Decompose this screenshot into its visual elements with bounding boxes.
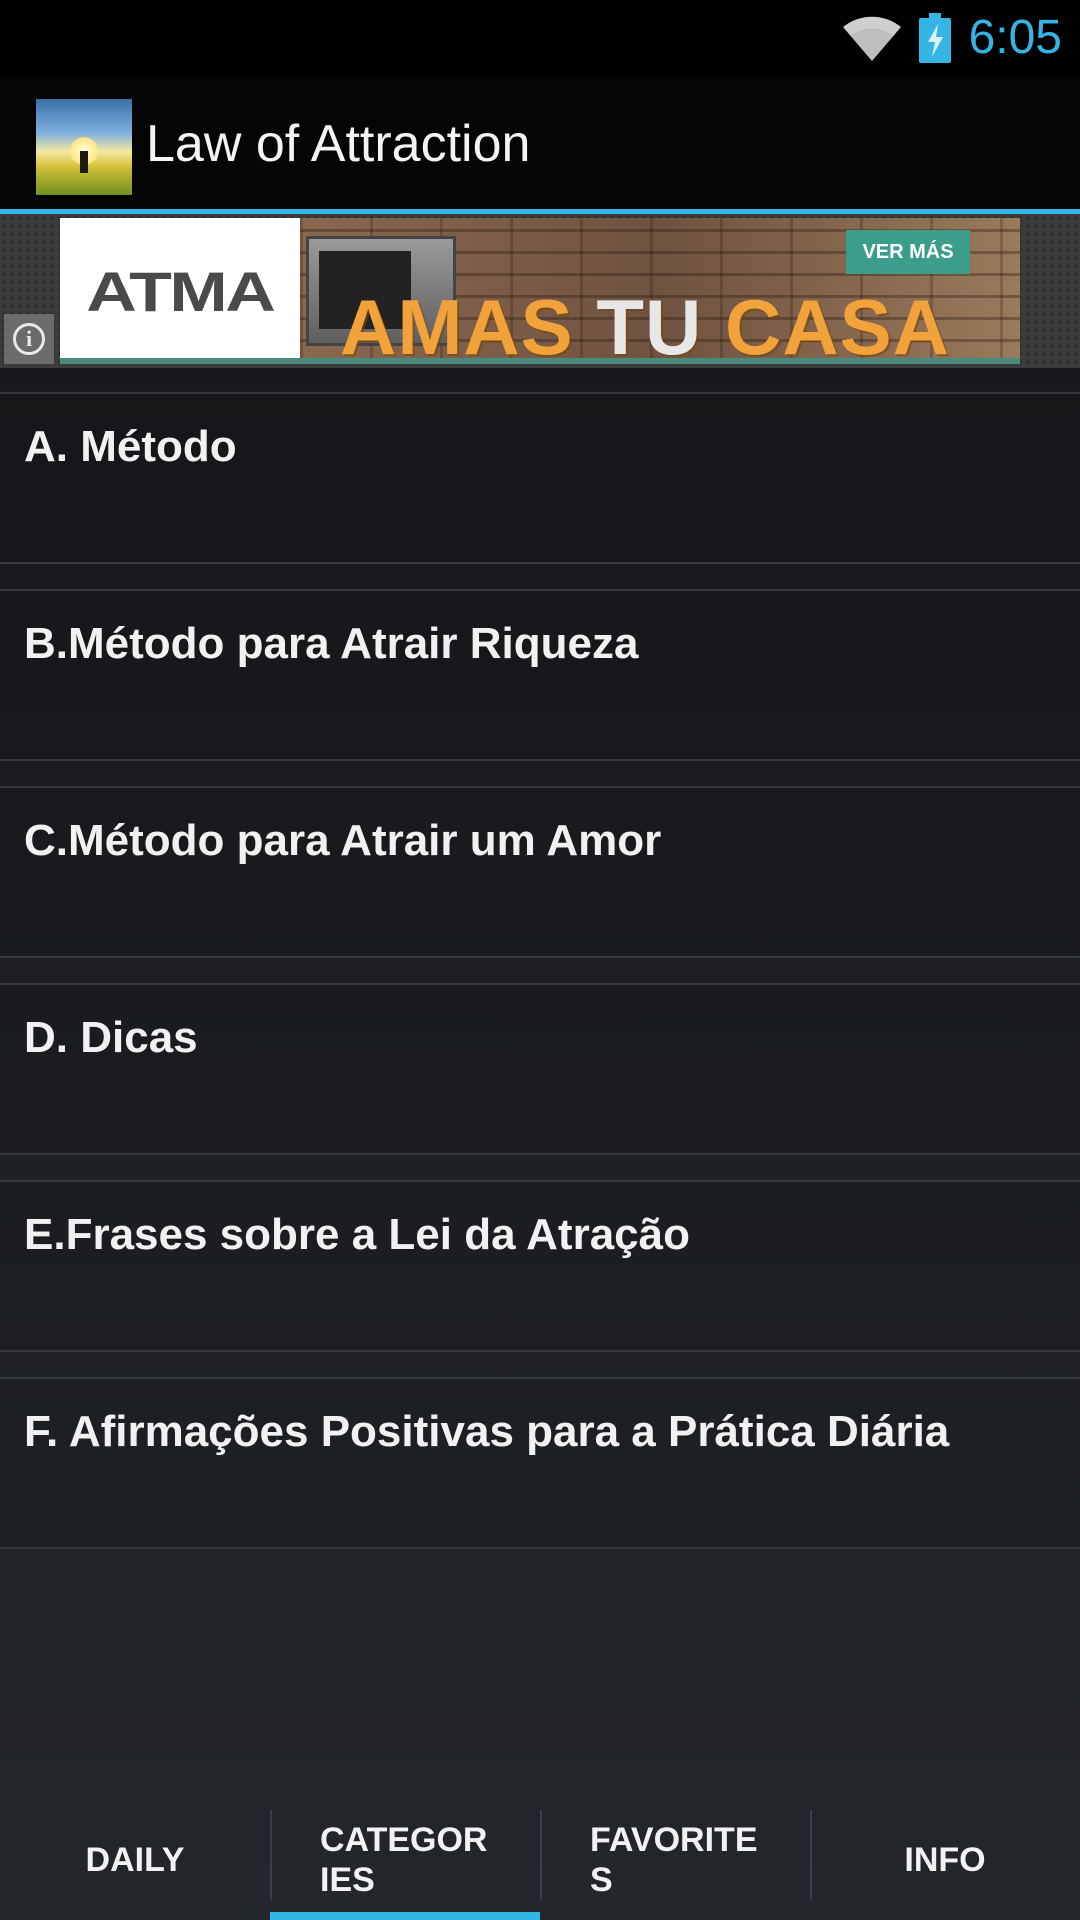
- tab-label: INFO: [904, 1841, 986, 1879]
- tab-label: DAILY: [85, 1841, 185, 1879]
- list-item-label: F. Afirmações Positivas para a Prática D…: [24, 1407, 950, 1456]
- wifi-icon: [842, 16, 901, 62]
- list-item-metodo[interactable]: A. Método: [0, 392, 1080, 564]
- list-item-label: B.Método para Atrair Riqueza: [24, 619, 639, 668]
- tab-label: CATEGORIES: [320, 1821, 488, 1899]
- list-item-dicas[interactable]: D. Dicas: [0, 983, 1080, 1155]
- tab-label: FAVORITES: [590, 1821, 758, 1899]
- info-icon[interactable]: i: [4, 314, 54, 364]
- list-item-label: C.Método para Atrair um Amor: [24, 816, 662, 865]
- ad-headline-part1: AMAS: [340, 283, 574, 364]
- ad-headline: AMAS TU CASA: [340, 288, 950, 364]
- tab-info[interactable]: INFO: [810, 1800, 1080, 1920]
- app-title: Law of Attraction: [146, 115, 531, 173]
- action-bar: Law of Attraction: [0, 75, 1080, 214]
- tab-categories[interactable]: CATEGORIES: [270, 1800, 540, 1920]
- list-item-label: D. Dicas: [24, 1013, 198, 1062]
- list-item-label: A. Método: [24, 422, 237, 471]
- tab-bar: DAILY CATEGORIES FAVORITES INFO: [0, 1800, 1080, 1920]
- ad-headline-part3: CASA: [725, 283, 951, 364]
- list-item-riqueza[interactable]: B.Método para Atrair Riqueza: [0, 589, 1080, 761]
- list-item-frases[interactable]: E.Frases sobre a Lei da Atração: [0, 1180, 1080, 1352]
- ad-logo: ATMA: [86, 259, 276, 323]
- ad-banner[interactable]: ATMA AMAS TU CASA VER MÁS: [60, 218, 1020, 364]
- ad-cta-button[interactable]: VER MÁS: [846, 230, 970, 274]
- list-item-afirmacoes[interactable]: F. Afirmações Positivas para a Prática D…: [0, 1377, 1080, 1549]
- ad-footer-line: [60, 358, 1020, 364]
- app-logo-icon[interactable]: [36, 99, 132, 195]
- ad-container: ATMA AMAS TU CASA VER MÁS i: [0, 214, 1080, 368]
- tab-daily[interactable]: DAILY: [0, 1800, 270, 1920]
- list-item-label: E.Frases sobre a Lei da Atração: [24, 1210, 690, 1259]
- ad-logo-panel: ATMA: [60, 218, 300, 364]
- ad-headline-part2: TU: [596, 283, 703, 364]
- list-item-amor[interactable]: C.Método para Atrair um Amor: [0, 786, 1080, 958]
- battery-charging-icon: [918, 13, 951, 63]
- tab-favorites[interactable]: FAVORITES: [540, 1800, 810, 1920]
- status-icons: 6:05: [841, 8, 1062, 68]
- status-bar: 6:05: [0, 0, 1080, 75]
- clock: 6:05: [968, 11, 1062, 64]
- figure-graphic: [80, 151, 88, 173]
- category-list: A. Método B.Método para Atrair Riqueza C…: [0, 392, 1080, 1574]
